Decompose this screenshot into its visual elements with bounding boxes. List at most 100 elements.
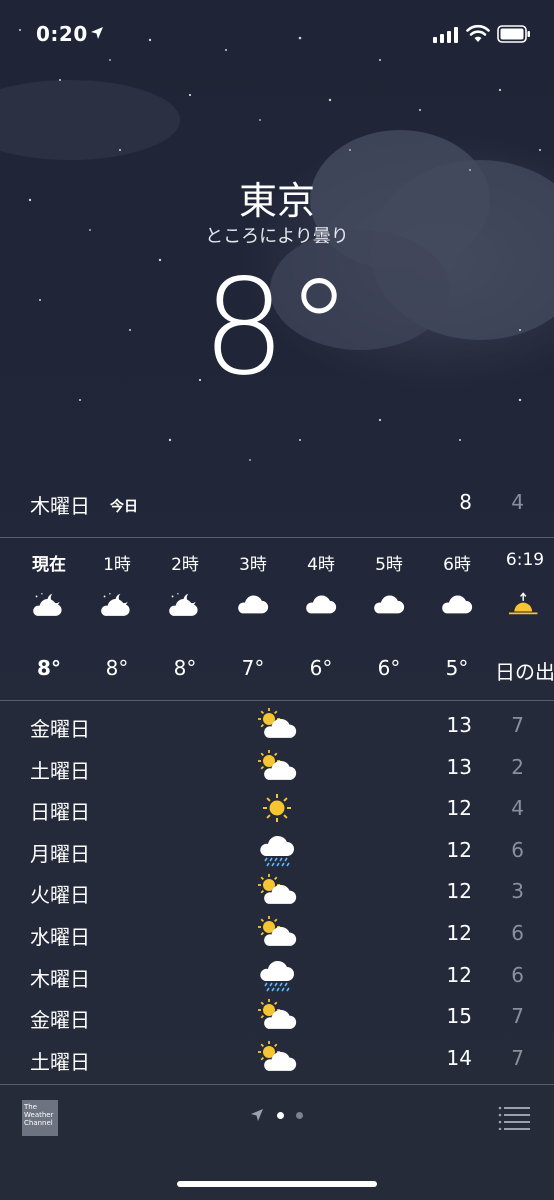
hour-temperature: 日の出: [495, 660, 554, 684]
day-low-temp: 6: [511, 837, 524, 862]
day-weather-icon: [256, 1040, 298, 1076]
day-label: 水曜日: [30, 925, 90, 949]
day-high-temp: 14: [446, 1045, 472, 1070]
status-time: 0:20: [36, 22, 88, 46]
daily-forecast-row: 水曜日 12 6: [0, 913, 554, 955]
home-indicator[interactable]: [177, 1181, 377, 1187]
daily-forecast-row: 木曜日 12 6: [0, 955, 554, 997]
day-low-temp: 7: [511, 1045, 524, 1070]
cloud-icon: [238, 595, 269, 614]
day-high-temp: 13: [446, 754, 472, 779]
hour-label: 2時: [171, 555, 199, 575]
hour-weather-icon: [235, 592, 271, 622]
day-low-temp: 7: [511, 1004, 524, 1029]
hour-weather-icon: [167, 592, 203, 622]
day-weather-icon: [256, 707, 298, 743]
cloud-icon: [306, 595, 337, 614]
bottom-toolbar: The Weather Channel: [0, 1086, 554, 1200]
cellular-signal-icon: [433, 27, 458, 43]
day-low-temp: 4: [511, 796, 524, 821]
day-low-temp: 3: [511, 879, 524, 904]
partly-sunny-icon: [258, 999, 297, 1030]
day-weather-icon: [256, 998, 298, 1034]
wifi-icon: [466, 24, 490, 42]
hour-temperature: 6°: [377, 656, 401, 680]
hour-label: 5時: [375, 555, 403, 575]
hour-label: 4時: [307, 555, 335, 575]
daily-forecast-row: 日曜日 12 4: [0, 788, 554, 830]
daily-forecast-row: 火曜日 12 3: [0, 871, 554, 913]
hour-temperature: 8°: [173, 656, 197, 680]
divider: [0, 1084, 554, 1085]
daily-forecast-row: 金曜日 13 7: [0, 705, 554, 747]
weather-condition: ところにより曇り: [205, 226, 349, 247]
weather-channel-logo[interactable]: The Weather Channel: [22, 1100, 58, 1136]
cloud-icon: [374, 595, 405, 614]
hour-temperature: 8°: [37, 656, 61, 680]
day-high-temp: 12: [446, 921, 472, 945]
page-indicator-dot-active[interactable]: [277, 1112, 284, 1119]
moon-cloud-icon: [33, 593, 62, 616]
hour-label: 1時: [103, 555, 131, 575]
rain-cloud-icon: [260, 960, 294, 992]
day-high-temp: 12: [446, 796, 472, 821]
partly-sunny-icon: [258, 749, 297, 780]
day-high-temp: 12: [446, 962, 472, 987]
status-bar: 0:20: [0, 0, 554, 70]
hour-label: 3時: [239, 555, 267, 575]
day-low-temp: 6: [511, 962, 524, 987]
day-label: 月曜日: [30, 841, 90, 866]
day-low-temp: 6: [511, 921, 524, 945]
daily-forecast-row: 金曜日 15 7: [0, 996, 554, 1038]
hour-label: 6:19: [505, 550, 545, 570]
hour-temperature: 7°: [241, 656, 265, 680]
partly-sunny-icon: [258, 1040, 297, 1071]
day-weather-icon: [256, 749, 298, 785]
day-low-temp: 2: [511, 754, 524, 779]
location-arrow-icon: [91, 27, 103, 39]
day-label: 土曜日: [30, 1049, 90, 1074]
day-label: 木曜日: [30, 966, 90, 991]
day-weather-icon: [256, 790, 298, 826]
today-tag: 今日: [110, 499, 138, 515]
today-low-temp: 4: [511, 490, 524, 514]
city-name: 東京: [238, 179, 315, 223]
daily-forecast-row: 月曜日 12 6: [0, 830, 554, 872]
day-weather-icon: [256, 873, 298, 909]
hour-weather-icon: [371, 592, 407, 622]
partly-sunny-icon: [258, 708, 297, 738]
hour-weather-icon: [507, 592, 543, 622]
hour-temperature: 6°: [309, 656, 333, 680]
today-high-temp: 8: [459, 490, 472, 514]
day-weather-icon: [256, 957, 298, 993]
city-list-icon[interactable]: [498, 1106, 530, 1130]
page-indicator-dot[interactable]: [296, 1112, 303, 1119]
sunrise-icon: [509, 592, 538, 615]
daily-forecast-row: 土曜日 13 2: [0, 747, 554, 789]
day-label: 土曜日: [30, 758, 90, 783]
hour-label: 現在: [32, 555, 66, 575]
current-location-page-icon[interactable]: [250, 1108, 264, 1122]
today-summary-row: 木曜日 今日 8 4: [0, 490, 554, 522]
rain-cloud-icon: [260, 835, 294, 867]
divider: [0, 537, 554, 538]
hour-weather-icon: [439, 592, 475, 622]
day-high-temp: 15: [446, 1004, 472, 1029]
day-weather-icon: [256, 915, 298, 951]
hour-weather-icon: [99, 592, 135, 622]
hour-label: 6時: [443, 555, 471, 575]
hourly-forecast-strip[interactable]: 現在 8° 1時 8° 2時 8° 3時 7° 4時 6° 5時 6° 6時 5° 6:19 日の出: [0, 540, 554, 700]
day-low-temp: 7: [511, 713, 524, 737]
hour-weather-icon: [303, 592, 339, 622]
divider: [0, 700, 554, 701]
today-day-label: 木曜日: [30, 494, 90, 518]
hour-temperature: 8°: [105, 656, 129, 680]
cloud-icon: [442, 595, 473, 614]
day-label: 日曜日: [30, 800, 90, 825]
hour-weather-icon: [31, 592, 67, 622]
battery-icon: [497, 25, 530, 43]
hour-temperature: 5°: [445, 656, 469, 680]
day-high-temp: 12: [446, 879, 472, 904]
current-temperature: 8°: [202, 251, 352, 405]
day-high-temp: 12: [446, 837, 472, 862]
